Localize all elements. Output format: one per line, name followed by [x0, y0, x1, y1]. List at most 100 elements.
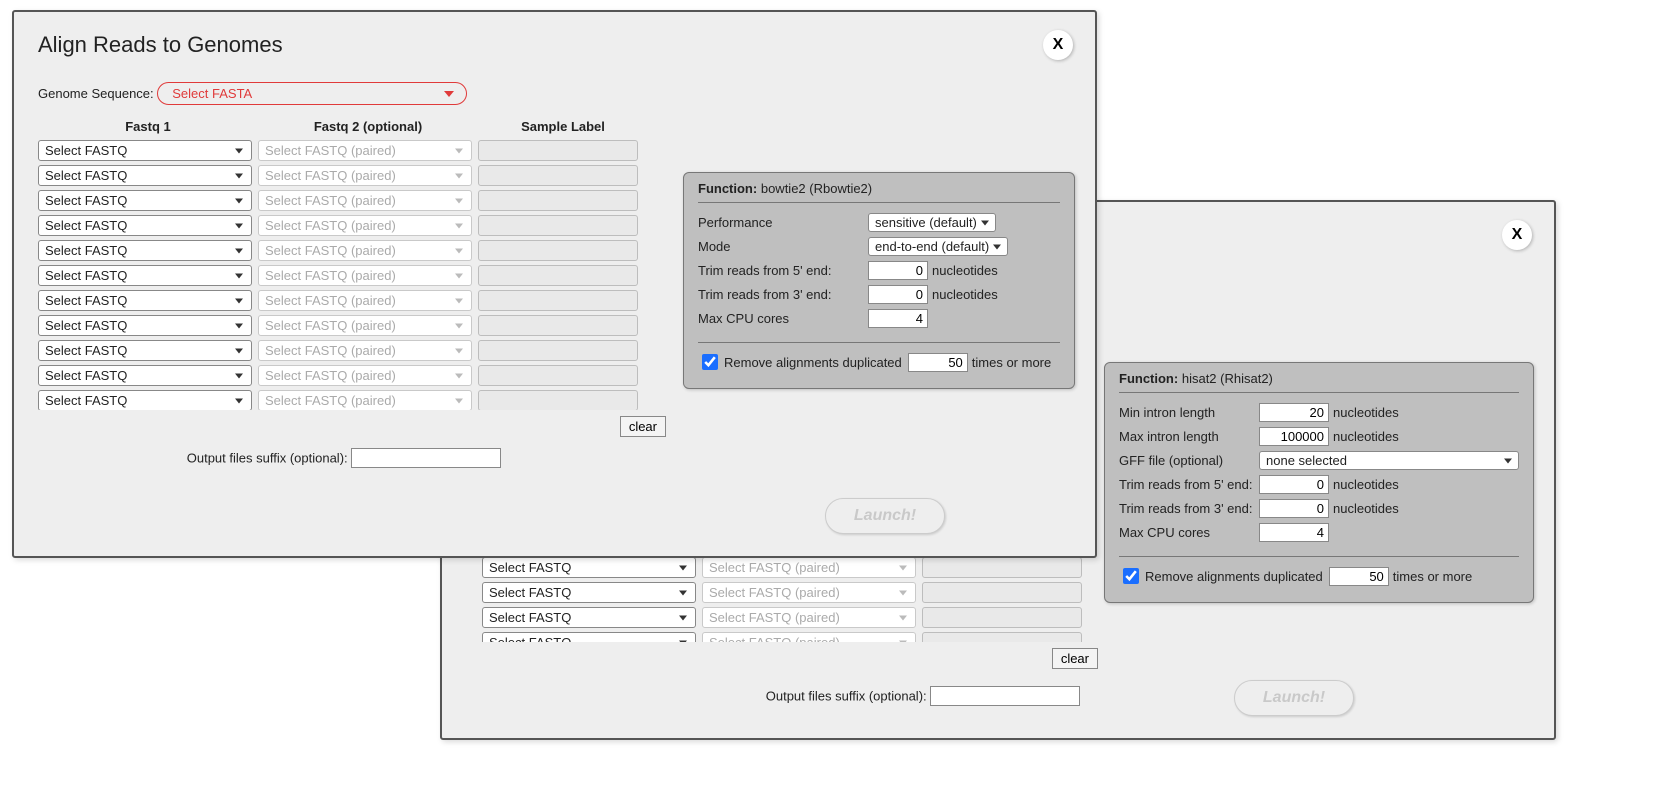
- fastq2-select[interactable]: Select FASTQ (paired): [258, 240, 472, 261]
- fastq1-select[interactable]: Select FASTQ: [38, 215, 252, 236]
- dup-suffix-label: times or more: [972, 355, 1051, 370]
- fastq-row: Select FASTQ Select FASTQ (paired): [38, 340, 668, 361]
- fastq-row: Select FASTQ Select FASTQ (paired): [38, 215, 668, 236]
- function-name: bowtie2 (Rbowtie2): [761, 181, 872, 196]
- sample-label-input[interactable]: [478, 140, 638, 161]
- clear-button[interactable]: clear: [620, 416, 666, 437]
- fastq1-select[interactable]: Select FASTQ: [38, 190, 252, 211]
- fastq-row: Select FASTQ Select FASTQ (paired): [38, 165, 668, 186]
- close-button[interactable]: X: [1043, 30, 1073, 60]
- sample-label-input[interactable]: [478, 390, 638, 410]
- sample-label-input[interactable]: [478, 265, 638, 286]
- fastq-row: Select FASTQ Select FASTQ (paired): [38, 365, 668, 386]
- close-button[interactable]: X: [1502, 220, 1532, 250]
- fastq2-select[interactable]: Select FASTQ (paired): [702, 632, 916, 642]
- fastq2-select[interactable]: Select FASTQ (paired): [258, 165, 472, 186]
- performance-select[interactable]: sensitive (default): [868, 213, 996, 232]
- fastq2-select[interactable]: Select FASTQ (paired): [258, 140, 472, 161]
- fastq2-select[interactable]: Select FASTQ (paired): [258, 340, 472, 361]
- clear-button[interactable]: clear: [1052, 648, 1098, 669]
- fastq2-select[interactable]: Select FASTQ (paired): [702, 607, 916, 628]
- fastq2-select[interactable]: Select FASTQ (paired): [258, 365, 472, 386]
- launch-button[interactable]: Launch!: [1234, 680, 1354, 716]
- remove-dup-checkbox[interactable]: [702, 354, 718, 370]
- fastq2-select[interactable]: Select FASTQ (paired): [258, 315, 472, 336]
- sample-label-input[interactable]: [478, 215, 638, 236]
- function-label: Function:: [698, 181, 757, 196]
- dup-count-input[interactable]: [908, 353, 968, 372]
- trim3-input[interactable]: [868, 285, 928, 304]
- performance-label: Performance: [698, 215, 868, 230]
- nucleotides-unit: nucleotides: [1333, 477, 1399, 492]
- fastq1-select[interactable]: Select FASTQ: [482, 582, 696, 603]
- remove-dup-checkbox[interactable]: [1123, 568, 1139, 584]
- output-suffix-input[interactable]: [351, 448, 501, 468]
- nucleotides-unit: nucleotides: [932, 263, 998, 278]
- sample-label-input[interactable]: [922, 607, 1082, 628]
- dup-count-input[interactable]: [1329, 567, 1389, 586]
- fastq-list-scroll[interactable]: Select FASTQ Select FASTQ (paired) Selec…: [482, 557, 1118, 642]
- genome-sequence-select[interactable]: Select FASTA: [157, 82, 467, 105]
- trim3-label: Trim reads from 3' end:: [1119, 501, 1259, 516]
- fastq1-select[interactable]: Select FASTQ: [482, 607, 696, 628]
- fastq1-select[interactable]: Select FASTQ: [38, 315, 252, 336]
- fastq2-select[interactable]: Select FASTQ (paired): [702, 582, 916, 603]
- sample-label-input[interactable]: [478, 315, 638, 336]
- fastq1-select[interactable]: Select FASTQ: [38, 290, 252, 311]
- col-header-fastq2: Fastq 2 (optional): [258, 119, 478, 134]
- fastq-row: Select FASTQ Select FASTQ (paired): [38, 190, 668, 211]
- sample-label-input[interactable]: [478, 340, 638, 361]
- sample-label-input[interactable]: [478, 190, 638, 211]
- fastq2-select[interactable]: Select FASTQ (paired): [258, 390, 472, 410]
- fastq1-select[interactable]: Select FASTQ: [482, 557, 696, 578]
- fastq1-select[interactable]: Select FASTQ: [38, 165, 252, 186]
- fastq1-select[interactable]: Select FASTQ: [38, 240, 252, 261]
- cores-label: Max CPU cores: [1119, 525, 1259, 540]
- output-suffix-label: Output files suffix (optional):: [766, 689, 927, 704]
- sample-label-input[interactable]: [922, 582, 1082, 603]
- fastq2-select[interactable]: Select FASTQ (paired): [258, 190, 472, 211]
- fastq-row: Select FASTQ Select FASTQ (paired): [482, 582, 1112, 603]
- trim5-label: Trim reads from 5' end:: [698, 263, 868, 278]
- sample-label-input[interactable]: [478, 290, 638, 311]
- fastq-row: Select FASTQ Select FASTQ (paired): [38, 265, 668, 286]
- bowtie2-param-panel: Function: bowtie2 (Rbowtie2) Performance…: [683, 172, 1075, 389]
- fastq-row: Select FASTQ Select FASTQ (paired): [38, 315, 668, 336]
- output-suffix-label: Output files suffix (optional):: [187, 451, 348, 466]
- min-intron-input[interactable]: [1259, 403, 1329, 422]
- fastq1-select[interactable]: Select FASTQ: [482, 632, 696, 642]
- nucleotides-unit: nucleotides: [1333, 405, 1399, 420]
- fastq-row: Select FASTQ Select FASTQ (paired): [38, 140, 668, 161]
- cores-input[interactable]: [1259, 523, 1329, 542]
- trim3-input[interactable]: [1259, 499, 1329, 518]
- output-suffix-input[interactable]: [930, 686, 1080, 706]
- fastq1-select[interactable]: Select FASTQ: [38, 365, 252, 386]
- sample-label-input[interactable]: [922, 557, 1082, 578]
- fastq1-select[interactable]: Select FASTQ: [38, 265, 252, 286]
- trim5-label: Trim reads from 5' end:: [1119, 477, 1259, 492]
- fastq2-select[interactable]: Select FASTQ (paired): [258, 265, 472, 286]
- launch-button[interactable]: Launch!: [825, 498, 945, 534]
- min-intron-label: Min intron length: [1119, 405, 1259, 420]
- fastq1-select[interactable]: Select FASTQ: [38, 140, 252, 161]
- sample-label-input[interactable]: [478, 240, 638, 261]
- gff-file-select[interactable]: none selected: [1259, 451, 1519, 470]
- fastq2-select[interactable]: Select FASTQ (paired): [702, 557, 916, 578]
- cores-input[interactable]: [868, 309, 928, 328]
- trim5-input[interactable]: [868, 261, 928, 280]
- trim5-input[interactable]: [1259, 475, 1329, 494]
- fastq1-select[interactable]: Select FASTQ: [38, 390, 252, 410]
- fastq-list-scroll[interactable]: Select FASTQSelect FASTQ (paired)Select …: [38, 140, 674, 410]
- sample-label-input[interactable]: [922, 632, 1082, 642]
- mode-select[interactable]: end-to-end (default): [868, 237, 1008, 256]
- sample-label-input[interactable]: [478, 365, 638, 386]
- fastq2-select[interactable]: Select FASTQ (paired): [258, 290, 472, 311]
- align-reads-dialog-bowtie2: X Align Reads to Genomes Genome Sequence…: [12, 10, 1097, 558]
- fastq2-select[interactable]: Select FASTQ (paired): [258, 215, 472, 236]
- cores-label: Max CPU cores: [698, 311, 868, 326]
- fastq-row: Select FASTQ Select FASTQ (paired): [482, 607, 1112, 628]
- trim3-label: Trim reads from 3' end:: [698, 287, 868, 302]
- max-intron-input[interactable]: [1259, 427, 1329, 446]
- fastq1-select[interactable]: Select FASTQ: [38, 340, 252, 361]
- sample-label-input[interactable]: [478, 165, 638, 186]
